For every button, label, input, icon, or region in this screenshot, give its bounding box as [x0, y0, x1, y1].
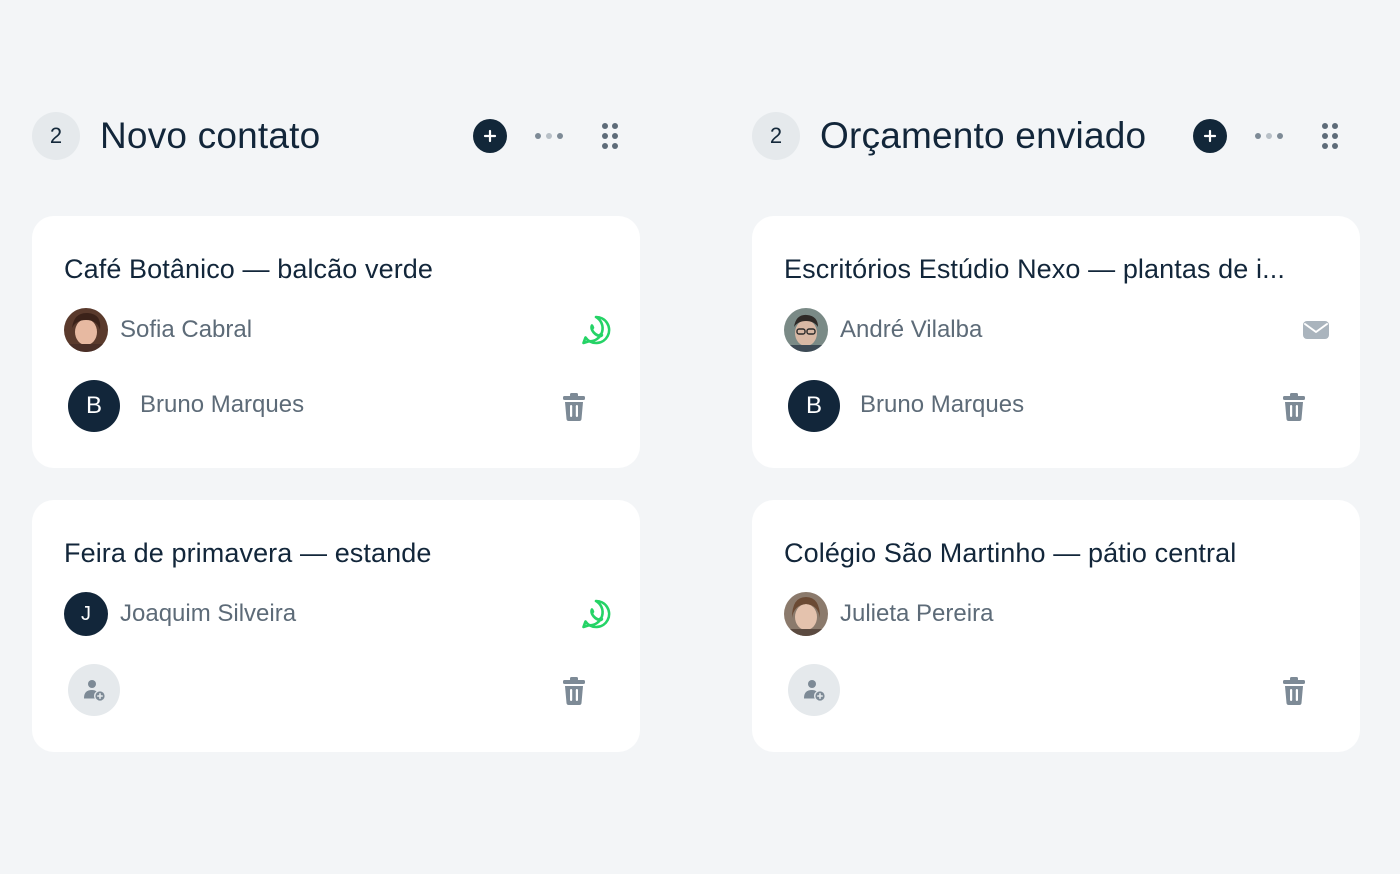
- owner-row: B Bruno Marques: [68, 380, 588, 432]
- owner-row: [68, 664, 588, 716]
- delete-button[interactable]: [560, 392, 588, 422]
- trash-icon: [563, 393, 585, 421]
- more-horizontal-icon: [1255, 133, 1283, 139]
- deal-title: Escritórios Estúdio Nexo — plantas de i.…: [784, 254, 1285, 284]
- owner-avatar[interactable]: B: [68, 380, 120, 432]
- contact-row: Julieta Pereira: [784, 592, 1332, 636]
- drag-handle-icon: [1322, 123, 1338, 149]
- column-drag-handle[interactable]: [597, 120, 623, 152]
- column-menu-button[interactable]: [1249, 126, 1293, 146]
- deal-card[interactable]: Feira de primavera — estande J Joaquim S…: [32, 500, 640, 752]
- deal-card[interactable]: Escritórios Estúdio Nexo — plantas de i.…: [752, 216, 1360, 468]
- contact-avatar: [784, 308, 828, 352]
- whatsapp-icon[interactable]: [580, 314, 612, 346]
- column-header: 2 Orçamento enviado: [752, 112, 1360, 160]
- column-title: Novo contato: [100, 115, 321, 156]
- deal-card[interactable]: Café Botânico — balcão verde Sofia Cabra…: [32, 216, 640, 468]
- trash-icon: [1283, 393, 1305, 421]
- contact-row: André Vilalba: [784, 308, 1332, 352]
- delete-button[interactable]: [1280, 676, 1308, 706]
- assign-owner-button[interactable]: [68, 664, 120, 716]
- delete-button[interactable]: [560, 676, 588, 706]
- deal-title: Café Botânico — balcão verde: [64, 254, 434, 284]
- plus-icon: [483, 129, 497, 143]
- drag-handle-icon: [602, 123, 618, 149]
- trash-icon: [563, 677, 585, 705]
- add-user-icon: [804, 680, 825, 701]
- owner-row: [788, 664, 1308, 716]
- whatsapp-icon[interactable]: [580, 598, 612, 630]
- more-horizontal-icon: [535, 133, 563, 139]
- column-drag-handle[interactable]: [1317, 120, 1343, 152]
- deal-title: Colégio São Martinho — pátio central: [784, 538, 1237, 568]
- add-card-button[interactable]: [1193, 119, 1227, 153]
- trash-icon: [1283, 677, 1305, 705]
- mail-icon[interactable]: [1300, 314, 1332, 346]
- column-menu-button[interactable]: [529, 126, 573, 146]
- contact-avatar: [784, 592, 828, 636]
- owner-row: B Bruno Marques: [788, 380, 1308, 432]
- column-title: Orçamento enviado: [820, 115, 1147, 156]
- column-header: 2 Novo contato: [32, 112, 640, 160]
- contact-row: J Joaquim Silveira: [64, 592, 612, 636]
- owner-name: Bruno Marques: [860, 391, 1025, 418]
- delete-button[interactable]: [1280, 392, 1308, 422]
- contact-row: Sofia Cabral: [64, 308, 612, 352]
- add-card-button[interactable]: [473, 119, 507, 153]
- contact-avatar: [64, 308, 108, 352]
- owner-avatar[interactable]: B: [788, 380, 840, 432]
- deal-title: Feira de primavera — estande: [64, 538, 432, 568]
- contact-avatar: J: [64, 592, 108, 636]
- contact-name: Sofia Cabral: [120, 316, 253, 343]
- assign-owner-button[interactable]: [788, 664, 840, 716]
- contact-name: André Vilalba: [840, 316, 983, 343]
- contact-name: Julieta Pereira: [840, 600, 994, 627]
- owner-name: Bruno Marques: [140, 391, 305, 418]
- add-user-icon: [84, 680, 105, 701]
- plus-icon: [1203, 129, 1217, 143]
- contact-name: Joaquim Silveira: [120, 600, 297, 627]
- deal-card[interactable]: Colégio São Martinho — pátio central Jul…: [752, 500, 1360, 752]
- column-count-badge: 2: [752, 112, 800, 160]
- column-count-badge: 2: [32, 112, 80, 160]
